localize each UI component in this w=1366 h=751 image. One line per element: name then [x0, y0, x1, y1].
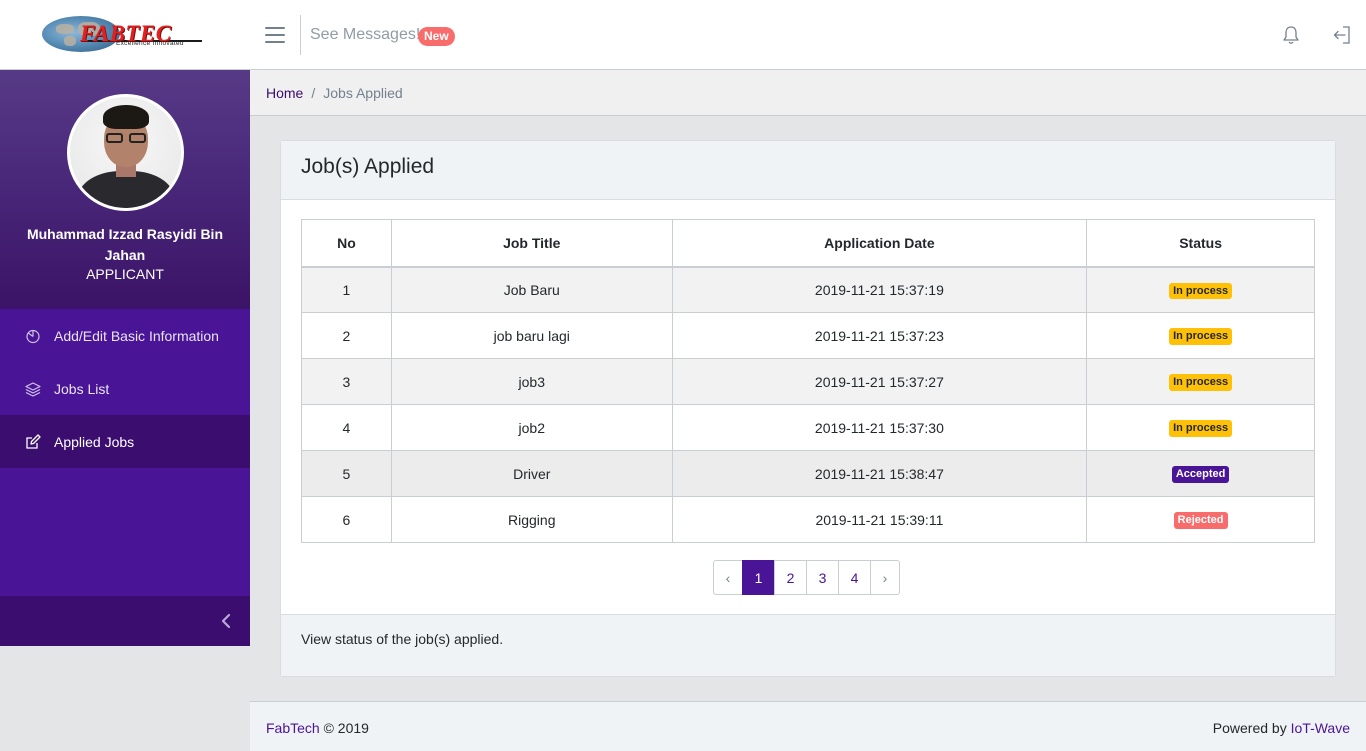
jobs-applied-card: Job(s) Applied No Job Title Application … — [280, 140, 1336, 677]
avatar — [67, 94, 184, 211]
fabtec-logo[interactable]: FABTEC Excellence Innovated — [42, 14, 202, 54]
table-row[interactable]: 6 Rigging 2019-11-21 15:39:11 Rejected — [301, 496, 1315, 543]
profile-panel: Muhammad Izzad Rasyidi Bin Jahan APPLICA… — [0, 70, 250, 309]
cell-no: 2 — [301, 312, 392, 359]
cell-application-date: 2019-11-21 15:39:11 — [671, 496, 1088, 543]
table-row[interactable]: 1 Job Baru 2019-11-21 15:37:19 In proces… — [301, 266, 1315, 313]
cell-application-date: 2019-11-21 15:37:30 — [671, 404, 1088, 451]
sidebar-minimizer-button[interactable] — [0, 596, 250, 646]
cell-status: In process — [1086, 404, 1315, 451]
pagination-prev-button[interactable]: ‹ — [713, 560, 743, 595]
footer-powered-label: Powered by — [1212, 720, 1287, 736]
sidebar-item-label: Add/Edit Basic Information — [54, 327, 219, 344]
layers-icon — [25, 381, 41, 397]
logo-tagline: Excellence Innovated — [116, 40, 184, 47]
pagination: ‹ 1 2 3 4 › — [713, 560, 900, 595]
breadcrumb-separator: / — [311, 85, 316, 101]
status-badge: In process — [1169, 374, 1233, 391]
footer-powered-by: Powered by IoT-Wave — [1213, 720, 1350, 736]
table-header-row: No Job Title Application Date Status — [301, 219, 1315, 268]
table-row[interactable]: 2 job baru lagi 2019-11-21 15:37:23 In p… — [301, 312, 1315, 359]
cell-no: 4 — [301, 404, 392, 451]
sidebar-toggle-button[interactable] — [265, 27, 285, 43]
table-row[interactable]: 5 Driver 2019-11-21 15:38:47 Accepted — [301, 450, 1315, 497]
pagination-next-button[interactable]: › — [870, 560, 900, 595]
pagination-page-1[interactable]: 1 — [742, 560, 775, 595]
sidebar: Muhammad Izzad Rasyidi Bin Jahan APPLICA… — [0, 70, 250, 646]
profile-role: APPLICANT — [86, 266, 164, 282]
footer-brand-link[interactable]: FabTech — [266, 720, 320, 736]
column-header-job-title[interactable]: Job Title — [390, 219, 673, 268]
cell-status: Accepted — [1086, 450, 1315, 497]
status-badge: Accepted — [1171, 466, 1230, 483]
cell-no: 1 — [301, 266, 392, 313]
footer-powered-link[interactable]: IoT-Wave — [1291, 720, 1350, 736]
brand-logo-area[interactable]: FABTEC Excellence Innovated — [0, 0, 250, 69]
bell-icon[interactable] — [1282, 25, 1300, 45]
cell-job-title: Driver — [390, 450, 673, 497]
status-badge: In process — [1169, 328, 1233, 345]
pagination-page-3[interactable]: 3 — [806, 560, 839, 595]
new-messages-badge: New — [418, 27, 455, 46]
column-header-no[interactable]: No — [301, 219, 392, 268]
cell-job-title: job baru lagi — [390, 312, 673, 359]
chevron-left-icon — [221, 613, 231, 629]
page-footer: FabTech © 2019 Powered by IoT-Wave — [250, 701, 1366, 751]
cell-application-date: 2019-11-21 15:37:23 — [671, 312, 1088, 359]
sidebar-item-basic-information[interactable]: Add/Edit Basic Information — [0, 309, 250, 362]
status-badge: Rejected — [1173, 512, 1228, 529]
cell-job-title: job3 — [390, 358, 673, 405]
sidebar-item-jobs-list[interactable]: Jobs List — [0, 362, 250, 415]
jobs-applied-table: No Job Title Application Date Status 1 J… — [301, 219, 1315, 543]
card-footer-text: View status of the job(s) applied. — [281, 614, 1335, 676]
pagination-page-4[interactable]: 4 — [838, 560, 871, 595]
sidebar-item-applied-jobs[interactable]: Applied Jobs — [0, 415, 250, 468]
status-badge: In process — [1169, 420, 1233, 437]
cell-application-date: 2019-11-21 15:37:27 — [671, 358, 1088, 405]
cell-no: 6 — [301, 496, 392, 543]
status-badge: In process — [1169, 282, 1233, 299]
cell-job-title: Job Baru — [390, 266, 673, 313]
breadcrumb-current: Jobs Applied — [323, 85, 403, 101]
card-title: Job(s) Applied — [281, 141, 1335, 200]
pagination-page-2[interactable]: 2 — [774, 560, 807, 595]
sidebar-item-label: Jobs List — [54, 380, 110, 397]
cell-status: In process — [1086, 312, 1315, 359]
profile-name: Muhammad Izzad Rasyidi Bin Jahan — [26, 226, 224, 263]
cell-job-title: job2 — [390, 404, 673, 451]
sidebar-item-label: Applied Jobs — [54, 433, 135, 450]
column-header-status[interactable]: Status — [1086, 219, 1315, 268]
breadcrumb: Home / Jobs Applied — [250, 70, 1366, 116]
logout-icon[interactable] — [1332, 25, 1352, 45]
cell-no: 5 — [301, 450, 392, 497]
edit-icon — [26, 433, 41, 449]
table-row[interactable]: 3 job3 2019-11-21 15:37:27 In process — [301, 358, 1315, 405]
see-messages-link[interactable]: See Messages! — [310, 26, 420, 44]
card-body: No Job Title Application Date Status 1 J… — [281, 200, 1335, 615]
cell-status: In process — [1086, 358, 1315, 405]
cell-status: In process — [1086, 266, 1315, 313]
column-header-application-date[interactable]: Application Date — [671, 219, 1088, 268]
cell-job-title: Rigging — [390, 496, 673, 543]
sidebar-nav: Add/Edit Basic Information Jobs List App… — [0, 309, 250, 468]
breadcrumb-home-link[interactable]: Home — [266, 85, 303, 101]
cell-no: 3 — [301, 358, 392, 405]
cell-application-date: 2019-11-21 15:37:19 — [671, 266, 1088, 313]
cell-status: Rejected — [1086, 496, 1315, 543]
table-row[interactable]: 4 job2 2019-11-21 15:37:30 In process — [301, 404, 1315, 451]
top-header: FABTEC Excellence Innovated See Messages… — [0, 0, 1366, 70]
hamburger-icon — [265, 27, 285, 29]
cell-application-date: 2019-11-21 15:38:47 — [671, 450, 1088, 497]
footer-copyright: © 2019 — [323, 720, 369, 736]
pie-chart-icon — [26, 329, 40, 343]
header-divider — [300, 15, 301, 55]
